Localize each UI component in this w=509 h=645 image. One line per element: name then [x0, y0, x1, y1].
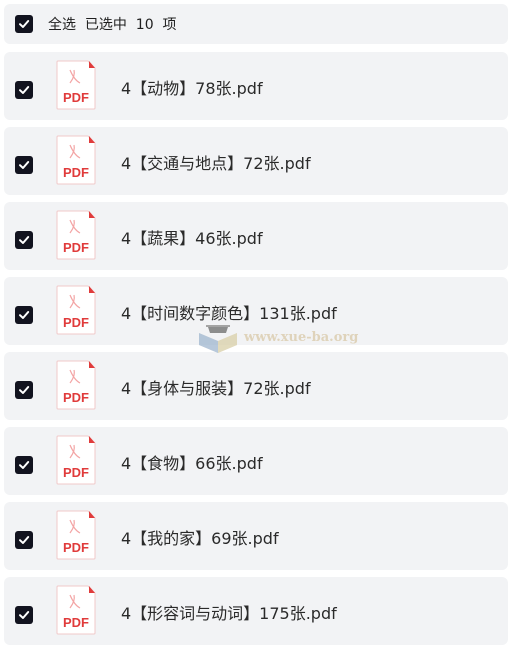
book-logo-icon [199, 325, 237, 353]
file-row[interactable]: PDF 4【交通与地点】72张.pdf [4, 127, 508, 195]
file-row[interactable]: PDF 4【动物】78张.pdf [4, 52, 508, 120]
file-row[interactable]: PDF 4【形容词与动词】175张.pdf [4, 577, 508, 645]
pdf-icon-label: PDF [63, 240, 89, 255]
watermark: www.xue-ba.org [196, 318, 366, 356]
pdf-file-icon: PDF [56, 435, 96, 485]
checkmark-icon [19, 611, 30, 619]
pdf-file-icon: PDF [56, 210, 96, 260]
pdf-icon-label: PDF [63, 390, 89, 405]
selection-summary: 全选 已选中 10 项 [48, 17, 177, 33]
file-checkbox[interactable] [15, 81, 33, 99]
pdf-file-icon: PDF [56, 285, 96, 335]
pdf-file-icon: PDF [56, 585, 96, 635]
file-checkbox[interactable] [15, 456, 33, 474]
pdf-file-icon: PDF [56, 60, 96, 110]
file-checkbox[interactable] [15, 381, 33, 399]
file-checkbox[interactable] [15, 606, 33, 624]
file-name: 4【食物】66张.pdf [121, 454, 263, 473]
file-checkbox[interactable] [15, 306, 33, 324]
pdf-file-icon: PDF [56, 510, 96, 560]
file-name: 4【动物】78张.pdf [121, 79, 263, 98]
checkmark-icon [19, 386, 30, 394]
file-checkbox[interactable] [15, 531, 33, 549]
checkmark-icon [19, 311, 30, 319]
pdf-icon-label: PDF [63, 465, 89, 480]
pdf-icon-label: PDF [63, 165, 89, 180]
file-name: 4【形容词与动词】175张.pdf [121, 604, 337, 623]
pdf-icon-label: PDF [63, 615, 89, 630]
pdf-icon-label: PDF [63, 90, 89, 105]
file-name: 4【蔬果】46张.pdf [121, 229, 263, 248]
checkmark-icon [19, 461, 30, 469]
select-all-checkbox[interactable] [15, 15, 33, 33]
file-name: 4【我的家】69张.pdf [121, 529, 279, 548]
pdf-icon-label: PDF [63, 540, 89, 555]
pdf-file-icon: PDF [56, 135, 96, 185]
watermark-text: www.xue-ba.org [244, 329, 359, 345]
file-row[interactable]: PDF 4【身体与服装】72张.pdf [4, 352, 508, 420]
file-checkbox[interactable] [15, 156, 33, 174]
file-checkbox[interactable] [15, 231, 33, 249]
file-name: 4【身体与服装】72张.pdf [121, 379, 311, 398]
file-row[interactable]: PDF 4【我的家】69张.pdf [4, 502, 508, 570]
checkmark-icon [19, 236, 30, 244]
checkmark-icon [19, 161, 30, 169]
file-row[interactable]: PDF 4【蔬果】46张.pdf [4, 202, 508, 270]
file-row[interactable]: PDF 4【食物】66张.pdf [4, 427, 508, 495]
checkmark-icon [19, 86, 30, 94]
file-name: 4【交通与地点】72张.pdf [121, 154, 311, 173]
pdf-file-icon: PDF [56, 360, 96, 410]
checkmark-icon [19, 20, 30, 28]
pdf-icon-label: PDF [63, 315, 89, 330]
select-all-bar: 全选 已选中 10 项 [4, 4, 508, 44]
checkmark-icon [19, 536, 30, 544]
